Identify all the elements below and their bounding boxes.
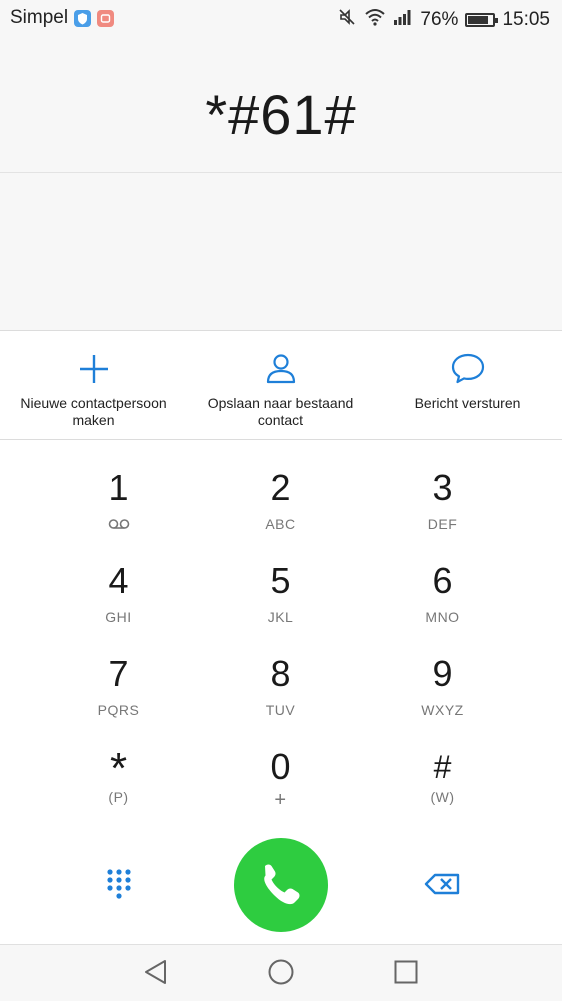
- key-hash[interactable]: # (W): [349, 719, 536, 811]
- key-8[interactable]: 8 TUV: [187, 626, 374, 719]
- key-letters: TUV: [265, 702, 296, 718]
- battery-percent: 76%: [420, 9, 459, 30]
- person-icon: [263, 351, 299, 387]
- key-digit: 2: [270, 467, 291, 508]
- dial-keypad: 1 2 ABC 3 DEF 4 GHI 5 JKL 6 MNO 7 PQRS 8…: [0, 440, 562, 832]
- key-digit: *: [109, 744, 128, 793]
- key-digit: #: [433, 749, 452, 785]
- key-star[interactable]: * (P): [25, 719, 212, 811]
- signal-icon: [393, 9, 413, 31]
- key-letters: (W): [430, 789, 455, 805]
- android-icon: [97, 9, 115, 27]
- shield-icon: [74, 9, 92, 27]
- nav-home-button[interactable]: [266, 957, 296, 987]
- key-2[interactable]: 2 ABC: [187, 440, 374, 533]
- phone-icon: [234, 864, 328, 936]
- carrier-name: Simpel: [10, 7, 69, 28]
- key-6[interactable]: 6 MNO: [349, 533, 536, 626]
- plus-icon: [76, 351, 112, 387]
- call-button[interactable]: [234, 838, 328, 932]
- back-triangle-icon: [141, 960, 171, 991]
- key-digit: 9: [432, 653, 453, 694]
- new-contact-button[interactable]: Nieuwe contactpersoon maken: [0, 331, 187, 439]
- battery-icon: [465, 13, 499, 27]
- key-0[interactable]: 0 +: [187, 719, 374, 812]
- key-letters: WXYZ: [421, 702, 464, 718]
- key-4[interactable]: 4 GHI: [25, 533, 212, 626]
- system-navigation-bar: [0, 944, 562, 1001]
- save-existing-label: Opslaan naar bestaand contact: [207, 395, 354, 428]
- key-letters: MNO: [425, 609, 460, 625]
- key-digit: 1: [108, 467, 129, 508]
- key-letters: JKL: [267, 609, 294, 625]
- home-circle-icon: [266, 959, 296, 991]
- backspace-button[interactable]: [423, 864, 463, 904]
- send-message-button[interactable]: Bericht versturen: [374, 331, 561, 439]
- entered-number[interactable]: *#61#: [0, 82, 562, 147]
- key-letters: ABC: [265, 516, 296, 532]
- wifi-icon: [364, 8, 386, 32]
- key-digit: 6: [432, 560, 453, 601]
- key-digit: 5: [270, 560, 291, 601]
- mute-icon: [337, 7, 357, 33]
- dialer-bottom-bar: [0, 830, 562, 944]
- key-letters: +: [274, 789, 287, 811]
- key-5[interactable]: 5 JKL: [187, 533, 374, 626]
- key-9[interactable]: 9 WXYZ: [349, 626, 536, 719]
- key-letters: GHI: [105, 609, 132, 625]
- key-3[interactable]: 3 DEF: [349, 440, 536, 533]
- key-digit: 3: [432, 467, 453, 508]
- save-to-existing-contact-button[interactable]: Opslaan naar bestaand contact: [187, 331, 374, 439]
- key-digit: 7: [108, 653, 129, 694]
- key-7[interactable]: 7 PQRS: [25, 626, 212, 719]
- contact-actions: Nieuwe contactpersoon maken Opslaan naar…: [0, 330, 562, 440]
- key-digit: 8: [270, 653, 291, 694]
- dialpad-toggle-button[interactable]: [99, 864, 139, 904]
- display-divider: [0, 172, 562, 173]
- key-letters: PQRS: [97, 702, 140, 718]
- key-digit: 0: [270, 746, 291, 787]
- message-icon: [450, 351, 486, 387]
- nav-back-button[interactable]: [141, 957, 171, 987]
- key-1[interactable]: 1: [25, 440, 212, 532]
- new-contact-label: Nieuwe contactpersoon maken: [20, 395, 167, 428]
- nav-recents-button[interactable]: [391, 957, 421, 987]
- voicemail-icon: [25, 516, 212, 533]
- key-letters: (P): [108, 789, 129, 805]
- status-bar: Simpel 76% 15:05: [0, 0, 562, 38]
- number-display-area: *#61#: [0, 38, 562, 330]
- backspace-icon: [423, 873, 463, 908]
- key-digit: 4: [108, 560, 129, 601]
- key-letters: DEF: [427, 516, 458, 532]
- recents-square-icon: [391, 960, 421, 991]
- clock: 15:05: [502, 9, 550, 30]
- dialpad-icon: [99, 869, 139, 908]
- send-message-label: Bericht versturen: [414, 395, 521, 411]
